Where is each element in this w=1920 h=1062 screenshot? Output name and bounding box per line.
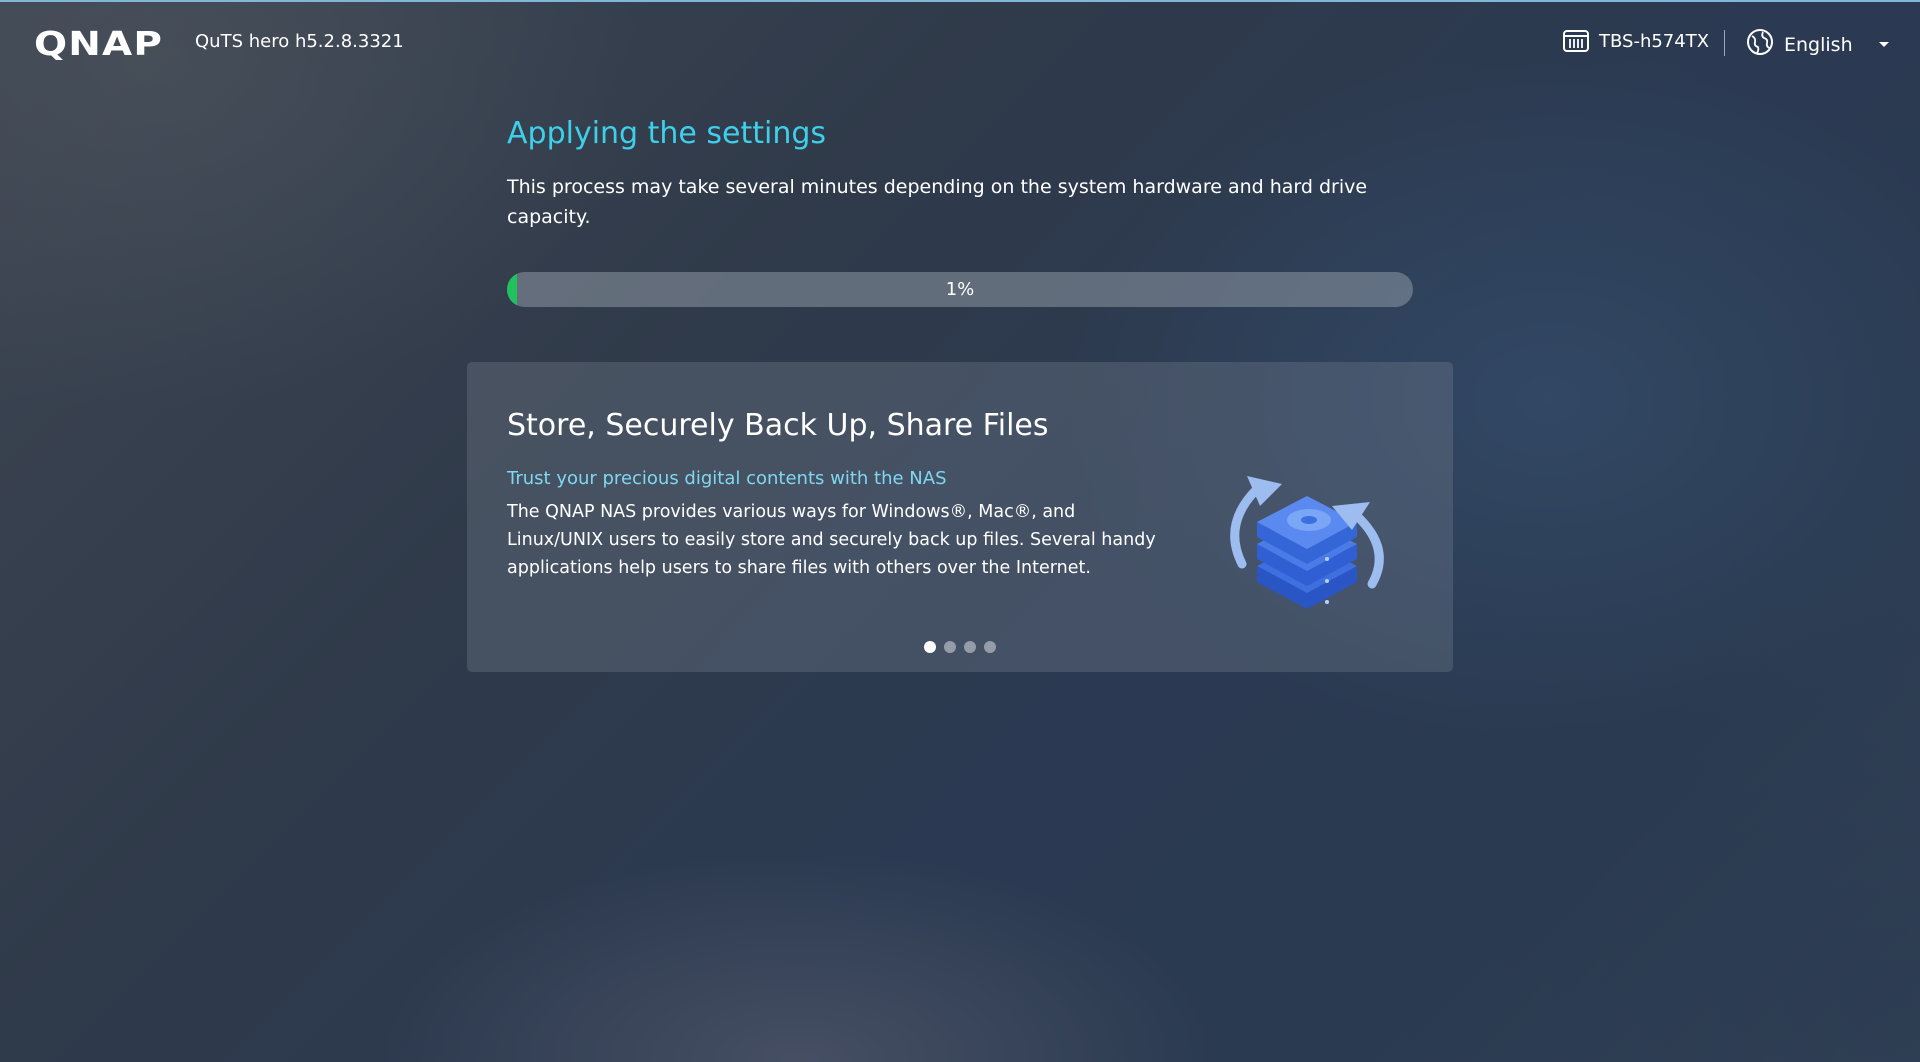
device-name: TBS-h574TX bbox=[1599, 30, 1710, 52]
feature-card: Store, Securely Back Up, Share Files Tru… bbox=[467, 362, 1453, 672]
os-version: QuTS hero h5.2.8.3321 bbox=[195, 31, 404, 52]
qnap-logo: QNAP bbox=[34, 24, 164, 63]
nas-device-icon bbox=[1563, 30, 1589, 52]
carousel-dot[interactable] bbox=[984, 641, 996, 653]
carousel-dot[interactable] bbox=[964, 641, 976, 653]
page-title: Applying the settings bbox=[507, 116, 827, 151]
page-description: This process may take several minutes de… bbox=[507, 176, 1368, 228]
card-title: Store, Securely Back Up, Share Files bbox=[507, 408, 1049, 443]
card-body: The QNAP NAS provides various ways for W… bbox=[507, 502, 1156, 578]
progress-label: 1% bbox=[945, 279, 975, 300]
carousel-indicators bbox=[467, 641, 1453, 653]
chevron-down-icon bbox=[1878, 42, 1889, 47]
header-divider bbox=[1724, 30, 1725, 56]
nas-backup-illustration bbox=[1212, 454, 1402, 629]
card-subtitle: Trust your precious digital contents wit… bbox=[507, 468, 947, 489]
progress-bar: 1% bbox=[507, 272, 1413, 307]
carousel-dot[interactable] bbox=[944, 641, 956, 653]
carousel-dot[interactable] bbox=[924, 641, 936, 653]
language-selector[interactable]: English bbox=[1746, 28, 1889, 61]
language-label: English bbox=[1784, 33, 1853, 56]
header: QNAP QuTS hero h5.2.8.3321 TBS-h574TX En… bbox=[0, 0, 1920, 86]
device-info: TBS-h574TX bbox=[1563, 30, 1709, 52]
globe-icon bbox=[1746, 28, 1774, 61]
